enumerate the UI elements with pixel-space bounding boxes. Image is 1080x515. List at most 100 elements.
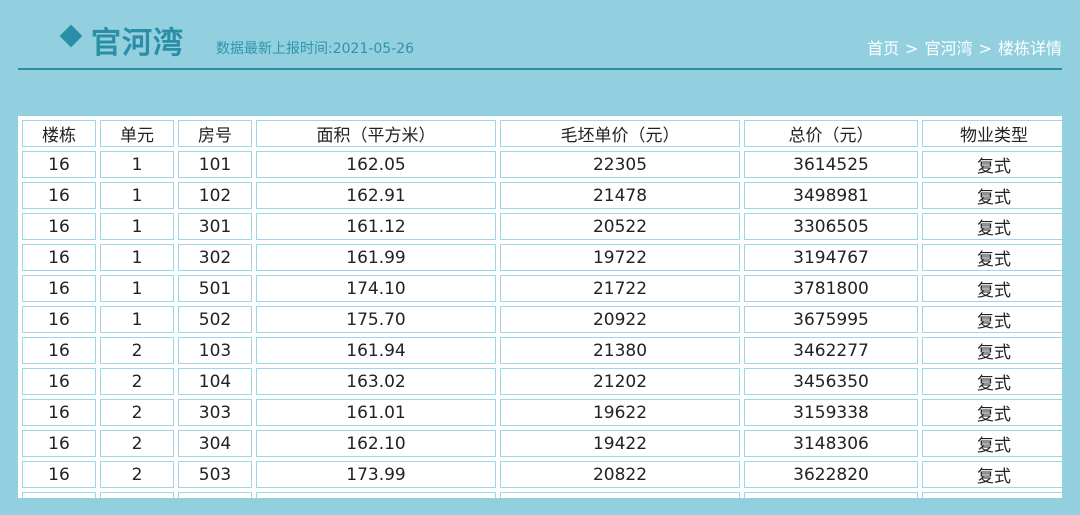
breadcrumb-home-link[interactable]: 首页 [867,39,899,58]
unit-price-cell: 21202 [500,368,740,395]
table-row: 16 2 303 161.01 19622 3159338 复式 [22,399,1062,426]
table-row: 16 1 302 161.99 19722 3194767 复式 [22,244,1062,271]
table-body: 16 1 101 162.05 22305 3614525 复式 16 1 102 162.91 21… [22,151,1062,498]
unit-cell: 2 [100,430,174,457]
unit-price-cell: 20822 [500,461,740,488]
update-time-label: 数据最新上报时间:2021-05-26 [216,41,415,57]
table-header-row: 楼栋 单元 房号 面积（平方米） 毛坯单价（元） 总价（元） 物业类型 [22,120,1062,147]
unit-price-cell: 21722 [500,275,740,302]
unit-cell: 2 [100,461,174,488]
unit-cell: 2 [100,337,174,364]
building-cell: 16 [22,492,96,498]
total-price-cell: 3148306 [744,430,918,457]
breadcrumb-separator: > [905,39,919,58]
unit-cell: 2 [100,399,174,426]
column-header: 单元 [100,120,174,147]
table-header: 楼栋 单元 房号 面积（平方米） 毛坯单价（元） 总价（元） 物业类型 [22,120,1062,147]
total-price-cell: 3498981 [744,182,918,209]
table-row: 16 2 104 163.02 21202 3456350 复式 [22,368,1062,395]
building-cell: 16 [22,306,96,333]
building-cell: 16 [22,430,96,457]
area-cell: 175.81 [256,492,496,498]
property-type-cell: 复式 [922,337,1062,364]
column-header: 总价（元） [744,120,918,147]
table-row: 16 1 101 162.05 22305 3614525 复式 [22,151,1062,178]
unit-cell: 1 [100,244,174,271]
building-cell: 16 [22,337,96,364]
breadcrumb-separator: > [978,39,992,58]
property-type-cell: 复式 [922,213,1062,240]
area-cell: 161.12 [256,213,496,240]
breadcrumb-current: 楼栋详情 [997,39,1062,58]
property-type-cell: 复式 [922,430,1062,457]
unit-price-cell: 21380 [500,337,740,364]
area-cell: 162.05 [256,151,496,178]
total-price-cell: 3456350 [744,368,918,395]
building-cell: 16 [22,461,96,488]
building-cell: 16 [22,399,96,426]
total-price-cell: 3781800 [744,275,918,302]
total-price-cell: 3159338 [744,399,918,426]
property-type-cell: 复式 [922,151,1062,178]
total-price-cell: 3675995 [744,306,918,333]
total-price-cell: 3625554 [744,492,918,498]
page-title: 官河湾 [91,26,184,61]
unit-price-cell: 20922 [500,306,740,333]
property-type-cell: 复式 [922,399,1062,426]
unit-price-cell: 20622 [500,492,740,498]
total-price-cell: 3462277 [744,337,918,364]
room-cell: 102 [178,182,252,209]
table-row: 16 1 501 174.10 21722 3781800 复式 [22,275,1062,302]
unit-cell: 1 [100,213,174,240]
unit-cell: 2 [100,368,174,395]
unit-price-cell: 19422 [500,430,740,457]
property-type-cell: 复式 [922,492,1062,498]
diamond-icon [59,24,83,48]
total-price-cell: 3306505 [744,213,918,240]
unit-cell: 1 [100,306,174,333]
room-cell: 301 [178,213,252,240]
building-cell: 16 [22,275,96,302]
breadcrumb-project-link[interactable]: 官河湾 [925,39,973,58]
building-cell: 16 [22,368,96,395]
area-cell: 161.99 [256,244,496,271]
property-type-cell: 复式 [922,244,1062,271]
column-header: 物业类型 [922,120,1062,147]
property-type-cell: 复式 [922,368,1062,395]
column-header: 楼栋 [22,120,96,147]
column-header: 房号 [178,120,252,147]
building-cell: 16 [22,213,96,240]
room-cell: 104 [178,368,252,395]
building-cell: 16 [22,182,96,209]
unit-price-cell: 20522 [500,213,740,240]
area-cell: 173.99 [256,461,496,488]
area-cell: 163.02 [256,368,496,395]
area-cell: 161.94 [256,337,496,364]
unit-cell: 2 [100,492,174,498]
area-cell: 174.10 [256,275,496,302]
table-row: 16 2 103 161.94 21380 3462277 复式 [22,337,1062,364]
property-type-cell: 复式 [922,461,1062,488]
area-cell: 162.91 [256,182,496,209]
room-cell: 502 [178,306,252,333]
area-cell: 161.01 [256,399,496,426]
total-price-cell: 3194767 [744,244,918,271]
unit-table: 楼栋 单元 房号 面积（平方米） 毛坯单价（元） 总价（元） 物业类型 16 1 101 162.… [18,116,1062,498]
room-cell: 103 [178,337,252,364]
room-cell: 501 [178,275,252,302]
unit-cell: 1 [100,151,174,178]
building-cell: 16 [22,244,96,271]
area-cell: 162.10 [256,430,496,457]
unit-price-cell: 21478 [500,182,740,209]
building-cell: 16 [22,151,96,178]
table-row: 16 2 304 162.10 19422 3148306 复式 [22,430,1062,457]
unit-cell: 1 [100,275,174,302]
unit-price-cell: 19722 [500,244,740,271]
room-cell: 303 [178,399,252,426]
column-header: 面积（平方米） [256,120,496,147]
table-row: 16 1 102 162.91 21478 3498981 复式 [22,182,1062,209]
room-cell: 302 [178,244,252,271]
page-header: 官河湾 数据最新上报时间:2021-05-26 首页 > 官河湾 > 楼栋详情 [18,0,1062,70]
unit-cell: 1 [100,182,174,209]
room-cell: 304 [178,430,252,457]
